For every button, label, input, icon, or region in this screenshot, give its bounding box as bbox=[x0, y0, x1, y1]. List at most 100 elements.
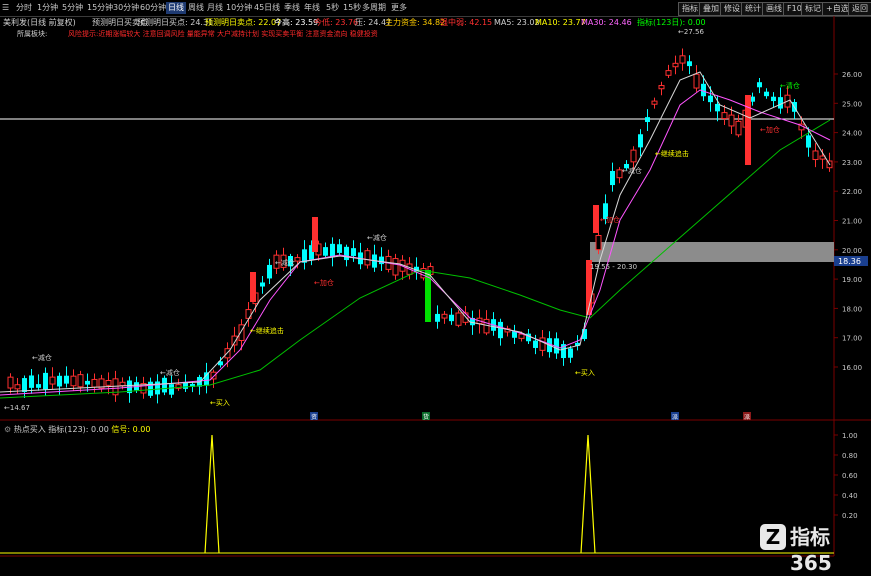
candle-down bbox=[29, 375, 34, 388]
buy-signal-2: ←买入 bbox=[575, 369, 595, 377]
candle-up bbox=[595, 234, 602, 251]
signal-bar bbox=[745, 95, 751, 165]
candle-up bbox=[651, 100, 658, 105]
sub-tick-label: 0.60 bbox=[842, 472, 858, 480]
chase-signal-2: ←继续追击 bbox=[655, 149, 689, 158]
reduce-signal: ←减仓 bbox=[275, 258, 295, 267]
ma-fast-line bbox=[0, 71, 831, 393]
candle-down bbox=[148, 381, 153, 396]
candle-up bbox=[630, 149, 637, 163]
sub-chart-value: 信号: 0.00 bbox=[111, 425, 151, 434]
settings-icon: ⚙ bbox=[4, 425, 12, 434]
brand-logo: Z 指标365 bbox=[760, 522, 868, 575]
event-icon-label: 货 bbox=[423, 413, 429, 421]
candle-down bbox=[568, 348, 573, 358]
brand-name: 指标365 bbox=[790, 525, 832, 575]
candle-up bbox=[7, 376, 14, 389]
candle-down bbox=[57, 375, 62, 387]
price-tick-label: 18.00 bbox=[842, 305, 862, 313]
current-price-value: 18.36 bbox=[838, 257, 861, 266]
sub-tick-label: 0.20 bbox=[842, 512, 858, 520]
chase-signal-1: ←继续追击 bbox=[250, 326, 284, 335]
buy-signal-1: ←买入 bbox=[210, 399, 230, 407]
candle-down bbox=[778, 97, 783, 109]
candle-up bbox=[735, 120, 742, 136]
kline-chart[interactable]: 26.00 25.00 24.00 23.00 22.00 21.00 20.00 19.00… bbox=[0, 0, 871, 560]
price-tick-label: 17.00 bbox=[842, 335, 862, 343]
candle-up bbox=[364, 250, 371, 266]
price-tick-label: 24.00 bbox=[842, 130, 862, 138]
add-signal: ←加仓 bbox=[760, 125, 780, 134]
high-price-label: ←27.56 bbox=[678, 28, 704, 36]
price-tick-label: 26.00 bbox=[842, 71, 862, 79]
price-tick-label: 23.00 bbox=[842, 159, 862, 167]
candle-up bbox=[70, 375, 77, 387]
candle-down bbox=[533, 340, 538, 348]
candle-down bbox=[687, 61, 692, 67]
ma-lines bbox=[0, 71, 831, 399]
candle-down bbox=[351, 248, 356, 256]
candle-down bbox=[162, 377, 167, 393]
candle-up bbox=[679, 55, 686, 64]
candle-up bbox=[77, 374, 84, 388]
candle-down bbox=[260, 282, 265, 287]
candle-down bbox=[610, 170, 615, 186]
candle-down bbox=[708, 95, 713, 103]
event-icon-label: 派 bbox=[672, 414, 678, 421]
signal-bar bbox=[312, 217, 318, 252]
reduce-signal: ←减仓 bbox=[622, 166, 642, 175]
candle-down bbox=[344, 246, 349, 261]
reduce-signal: ←减仓 bbox=[32, 353, 52, 362]
price-tick-label: 21.00 bbox=[842, 218, 862, 226]
sub-tick-label: 0.80 bbox=[842, 452, 858, 460]
sub-chart-title: 热点买入 bbox=[13, 425, 46, 434]
candle-down bbox=[435, 313, 440, 322]
candle-up bbox=[49, 376, 56, 385]
reduce-signal: ←减仓 bbox=[367, 233, 387, 242]
candle-down bbox=[43, 372, 48, 390]
price-tick-label: 16.00 bbox=[842, 364, 862, 372]
candle-down bbox=[757, 82, 762, 88]
candle-up bbox=[665, 70, 672, 76]
candle-down bbox=[169, 384, 174, 395]
candle-down bbox=[337, 244, 342, 253]
price-tick-label: 25.00 bbox=[842, 100, 862, 108]
candle-up bbox=[721, 112, 728, 120]
brand-mark-icon: Z bbox=[760, 524, 786, 550]
low-price-label: ←14.67 bbox=[4, 404, 30, 412]
candle-down bbox=[645, 117, 650, 123]
candle-up bbox=[728, 114, 735, 127]
sub-tick-label: 1.00 bbox=[842, 432, 858, 440]
price-tick-label: 20.00 bbox=[842, 247, 862, 255]
pressure-zone bbox=[590, 242, 834, 262]
candle-up bbox=[105, 379, 112, 386]
candle-down bbox=[498, 321, 503, 339]
candle-up bbox=[455, 312, 462, 326]
candle-down bbox=[323, 247, 328, 256]
candle-up bbox=[518, 333, 525, 339]
candle-up bbox=[672, 62, 679, 68]
candle-down bbox=[701, 83, 706, 97]
event-icon-label: 资 bbox=[311, 413, 317, 421]
sub-tick-label: 0.40 bbox=[842, 492, 858, 500]
sub-chart: 1.00 0.80 0.60 0.40 0.20 bbox=[0, 432, 858, 554]
candle-up bbox=[91, 378, 98, 388]
clear-signal: ←清仓 bbox=[780, 81, 800, 90]
zone-label: 19.55 - 20.30 bbox=[590, 263, 637, 271]
candle-down bbox=[764, 91, 769, 97]
candle-down bbox=[330, 243, 335, 258]
candle-up bbox=[119, 381, 126, 387]
signal-bar bbox=[593, 205, 599, 233]
candle-down bbox=[806, 135, 811, 148]
candle-up bbox=[812, 150, 819, 161]
candle-up bbox=[441, 313, 448, 319]
candle-down bbox=[183, 382, 188, 389]
candle-down bbox=[155, 381, 160, 395]
signal-bar bbox=[250, 272, 256, 302]
add-signal: ←加仓 bbox=[314, 278, 334, 287]
candle-down bbox=[449, 314, 454, 322]
sub-chart-params: 指标(123): 0.00 bbox=[48, 425, 109, 434]
signal-spike bbox=[580, 434, 596, 554]
sub-chart-legend: ⚙ 热点买入 指标(123): 0.00 信号: 0.00 bbox=[4, 424, 150, 435]
candle-up bbox=[539, 337, 546, 351]
